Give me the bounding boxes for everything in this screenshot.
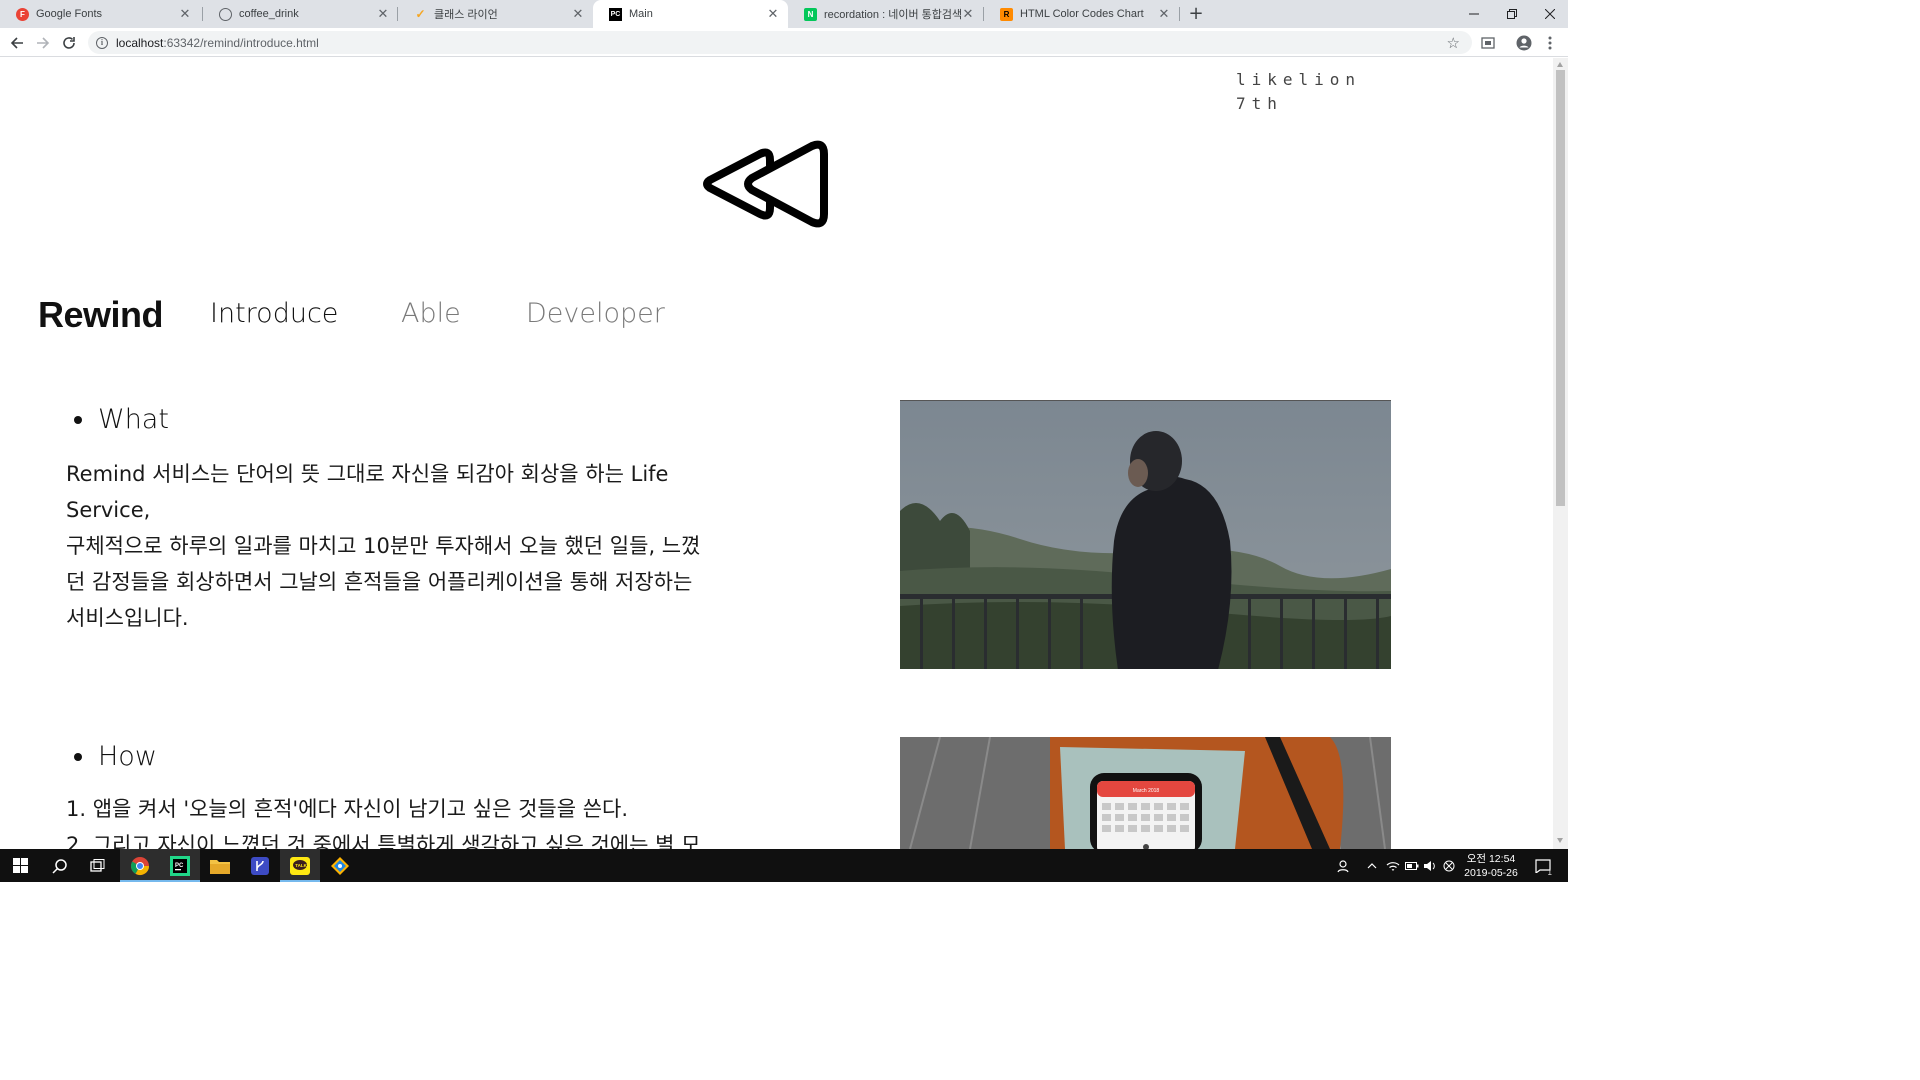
scrollbar-thumb[interactable]: [1556, 70, 1565, 506]
page-viewport: likelion 7th Rewind Introduce Able Devel…: [0, 58, 1553, 849]
rewind-logo-icon: [700, 138, 830, 234]
body-line: Remind 서비스는 단어의 뜻 그대로 자신을 되감아 회상을 하는 Lif…: [66, 462, 669, 486]
bullet-icon: [74, 415, 82, 424]
main-nav: Rewind Introduce Able Developer: [0, 294, 900, 344]
profile-icon[interactable]: [1514, 33, 1534, 53]
tab-label: HTML Color Codes Chart: [1020, 8, 1144, 20]
scroll-down-icon[interactable]: [1557, 838, 1563, 843]
color-chart-favicon: R: [1000, 7, 1013, 21]
section-how: How 1. 앱을 켜서 '오늘의 흔적'에다 자신이 남기고 싶은 것들을 쓴…: [0, 741, 880, 849]
browser-menu-icon[interactable]: [1540, 33, 1560, 53]
chrome-icon[interactable]: [120, 849, 160, 882]
minimize-icon[interactable]: [1456, 0, 1492, 28]
tab-label: Google Fonts: [36, 8, 103, 20]
battery-icon[interactable]: [1403, 849, 1421, 882]
man-looking-up-photo: [900, 400, 1391, 669]
body-line: 서비스입니다.: [66, 606, 189, 630]
tab-strip: F Google Fonts ✕ coffee_drink ✕ ✓ 클래스 라이…: [0, 0, 1568, 28]
task-view-icon[interactable]: [78, 849, 118, 882]
search-icon[interactable]: [40, 849, 80, 882]
section-what: What Remind 서비스는 단어의 뜻 그대로 자신을 되감아 회상을 하…: [0, 404, 880, 644]
pycharm-icon[interactable]: PC: [160, 849, 200, 882]
tab-html-color-codes[interactable]: R HTML Color Codes Chart ✕: [984, 0, 1179, 28]
body-line: 던 감정들을 회상하면서 그날의 흔적들을 어플리케이션을 통해 저장하는: [66, 570, 693, 594]
google-fonts-favicon: F: [16, 7, 29, 21]
page-scrollbar[interactable]: [1553, 58, 1568, 849]
sourcetree-icon[interactable]: [240, 849, 280, 882]
tab-label: recordation : 네이버 통합검색: [824, 9, 961, 21]
people-icon[interactable]: [1334, 849, 1352, 882]
bullet-icon: [74, 752, 82, 761]
tab-divider: [1179, 7, 1180, 21]
gitkraken-icon[interactable]: [320, 849, 360, 882]
notification-count: 1: [1547, 868, 1552, 877]
class-lion-favicon: ✓: [415, 7, 426, 21]
body-line: 2. 그리고 자신이 느꼈던 것 중에서 특별하게 생각하고 싶은 것에는 별 …: [66, 833, 701, 849]
close-window-icon[interactable]: [1532, 0, 1568, 28]
tab-class-lion[interactable]: ✓ 클래스 라이언 ✕: [398, 0, 593, 28]
tab-label: 클래스 라이언: [434, 9, 498, 21]
bookmark-star-icon[interactable]: ☆: [1447, 34, 1460, 52]
section-title: What: [98, 404, 169, 435]
close-tab-icon[interactable]: ✕: [376, 7, 390, 21]
svg-text:PC: PC: [175, 863, 184, 869]
section-body: Remind 서비스는 단어의 뜻 그대로 자신을 되감아 회상을 하는 Lif…: [66, 456, 786, 636]
section-body: 1. 앱을 켜서 '오늘의 흔적'에다 자신이 남기고 싶은 것들을 쓴다. 2…: [66, 791, 786, 849]
ime-status-icon[interactable]: [1440, 849, 1458, 882]
cast-icon[interactable]: [1478, 33, 1498, 53]
brand-tag-line1: likelion: [1236, 70, 1362, 89]
naver-favicon: N: [804, 7, 817, 21]
nav-link-introduce[interactable]: Introduce: [210, 298, 338, 329]
address-host: localhost: [116, 35, 164, 50]
section-heading: What: [74, 404, 169, 435]
taskbar-clock[interactable]: 오전 12:54 2019-05-26: [1460, 852, 1522, 880]
nav-brand[interactable]: Rewind: [38, 294, 164, 336]
kakaotalk-icon[interactable]: TALK: [280, 849, 320, 882]
globe-favicon: [219, 7, 232, 21]
notification-center-icon[interactable]: 1: [1532, 849, 1554, 882]
scroll-up-icon[interactable]: [1557, 62, 1563, 67]
show-hidden-icons-chevron-icon[interactable]: [1364, 849, 1380, 882]
section-title: How: [98, 741, 157, 772]
nav-link-developer[interactable]: Developer: [526, 298, 665, 329]
body-line: 1. 앱을 켜서 '오늘의 흔적'에다 자신이 남기고 싶은 것들을 쓴다.: [66, 797, 629, 821]
close-tab-icon[interactable]: ✕: [178, 7, 192, 21]
section-heading: How: [74, 741, 157, 772]
body-line: 구체적으로 하루의 일과를 마치고 10분만 투자해서 오늘 했던 일들, 느꼈: [66, 534, 701, 558]
browser-toolbar: i localhost:63342/remind/introduce.html …: [0, 28, 1568, 57]
body-line: Service,: [66, 498, 151, 522]
tab-coffee-drink[interactable]: coffee_drink ✕: [203, 0, 398, 28]
site-info-icon[interactable]: i: [96, 36, 108, 49]
volume-icon[interactable]: [1421, 849, 1439, 882]
pycharm-favicon: PC: [609, 7, 622, 21]
likelion-brand-tag: likelion 7th: [1236, 68, 1361, 116]
new-tab-icon[interactable]: +: [1186, 4, 1206, 24]
tab-label: coffee_drink: [239, 8, 299, 20]
phone-screen-label: March 2018: [1133, 788, 1160, 794]
tab-main[interactable]: PC Main ✕: [593, 0, 788, 28]
nav-link-able[interactable]: Able: [401, 298, 461, 329]
close-tab-icon[interactable]: ✕: [1157, 7, 1171, 21]
start-icon[interactable]: [0, 849, 40, 882]
tab-naver-search[interactable]: N recordation : 네이버 통합검색 ✕: [788, 0, 983, 28]
file-explorer-icon[interactable]: [200, 849, 240, 882]
address-path: :63342/remind/introduce.html: [163, 35, 319, 50]
clock-time: 오전 12:54: [1466, 853, 1516, 865]
phone-on-notebook-photo: March 2018: [900, 737, 1391, 849]
wifi-icon[interactable]: [1384, 849, 1402, 882]
close-tab-icon[interactable]: ✕: [961, 7, 975, 21]
close-tab-icon[interactable]: ✕: [766, 7, 780, 21]
tab-label: Main: [629, 8, 653, 20]
svg-text:TALK: TALK: [295, 863, 307, 868]
clock-date: 2019-05-26: [1464, 867, 1518, 879]
address-bar[interactable]: i localhost:63342/remind/introduce.html …: [88, 31, 1472, 54]
brand-tag-line2: 7th: [1236, 94, 1283, 113]
tab-google-fonts[interactable]: F Google Fonts ✕: [0, 0, 200, 28]
reload-icon[interactable]: [58, 32, 80, 54]
close-tab-icon[interactable]: ✕: [571, 7, 585, 21]
windows-taskbar: PC TALK 오전 12:54 2019-05-26 1: [0, 849, 1568, 882]
restore-icon[interactable]: [1494, 0, 1530, 28]
forward-icon[interactable]: [32, 32, 54, 54]
back-icon[interactable]: [6, 32, 28, 54]
